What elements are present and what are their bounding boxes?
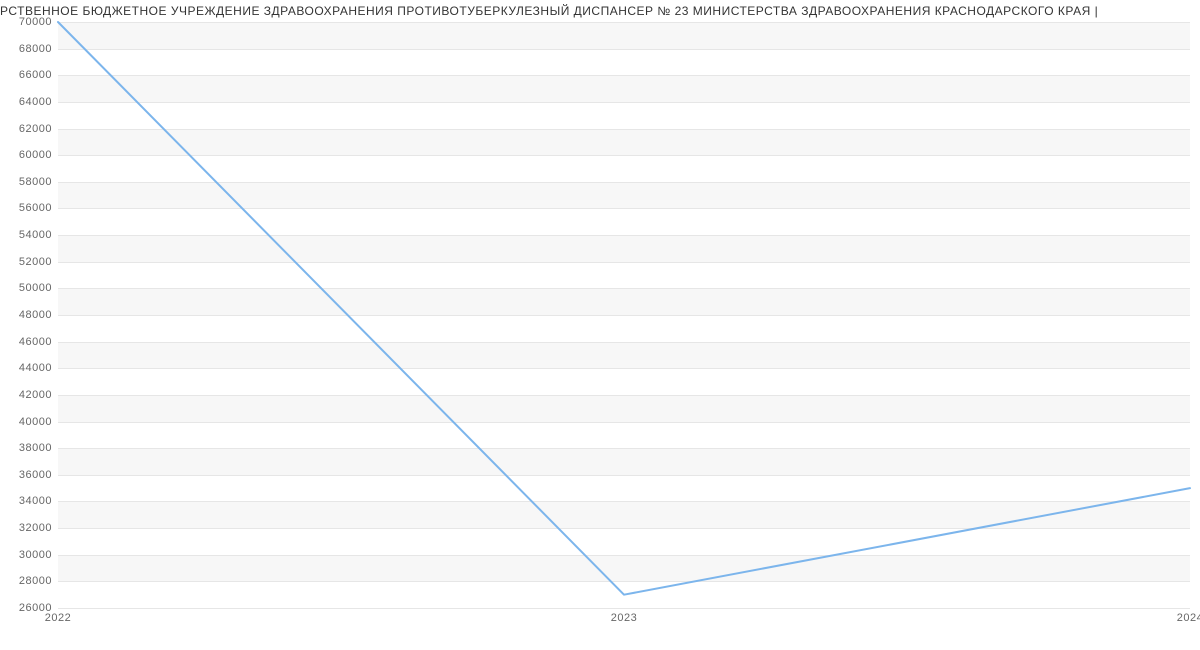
y-tick-label: 42000	[4, 389, 52, 401]
series-path	[58, 22, 1190, 595]
y-tick-label: 56000	[4, 202, 52, 214]
chart-container: РСТВЕННОЕ БЮДЖЕТНОЕ УЧРЕЖДЕНИЕ ЗДРАВООХР…	[0, 0, 1200, 650]
x-tick-label: 2024	[1177, 612, 1200, 624]
x-tick-label: 2023	[611, 612, 637, 624]
y-tick-label: 48000	[4, 309, 52, 321]
x-tick-label: 2022	[45, 612, 71, 624]
y-tick-label: 40000	[4, 416, 52, 428]
y-tick-label: 68000	[4, 43, 52, 55]
y-tick-label: 38000	[4, 442, 52, 454]
chart-title: РСТВЕННОЕ БЮДЖЕТНОЕ УЧРЕЖДЕНИЕ ЗДРАВООХР…	[0, 4, 1200, 18]
y-tick-label: 50000	[4, 282, 52, 294]
y-tick-label: 34000	[4, 495, 52, 507]
y-tick-label: 64000	[4, 96, 52, 108]
y-tick-label: 30000	[4, 549, 52, 561]
y-tick-label: 52000	[4, 256, 52, 268]
y-tick-label: 60000	[4, 149, 52, 161]
y-tick-label: 70000	[4, 16, 52, 28]
y-tick-label: 44000	[4, 362, 52, 374]
y-tick-label: 32000	[4, 522, 52, 534]
y-tick-label: 36000	[4, 469, 52, 481]
y-gridline	[58, 608, 1190, 609]
y-tick-label: 58000	[4, 176, 52, 188]
y-tick-label: 66000	[4, 69, 52, 81]
line-series	[58, 22, 1190, 608]
y-tick-label: 62000	[4, 123, 52, 135]
plot-area	[58, 22, 1190, 608]
y-tick-label: 28000	[4, 575, 52, 587]
y-tick-label: 46000	[4, 336, 52, 348]
y-tick-label: 54000	[4, 229, 52, 241]
